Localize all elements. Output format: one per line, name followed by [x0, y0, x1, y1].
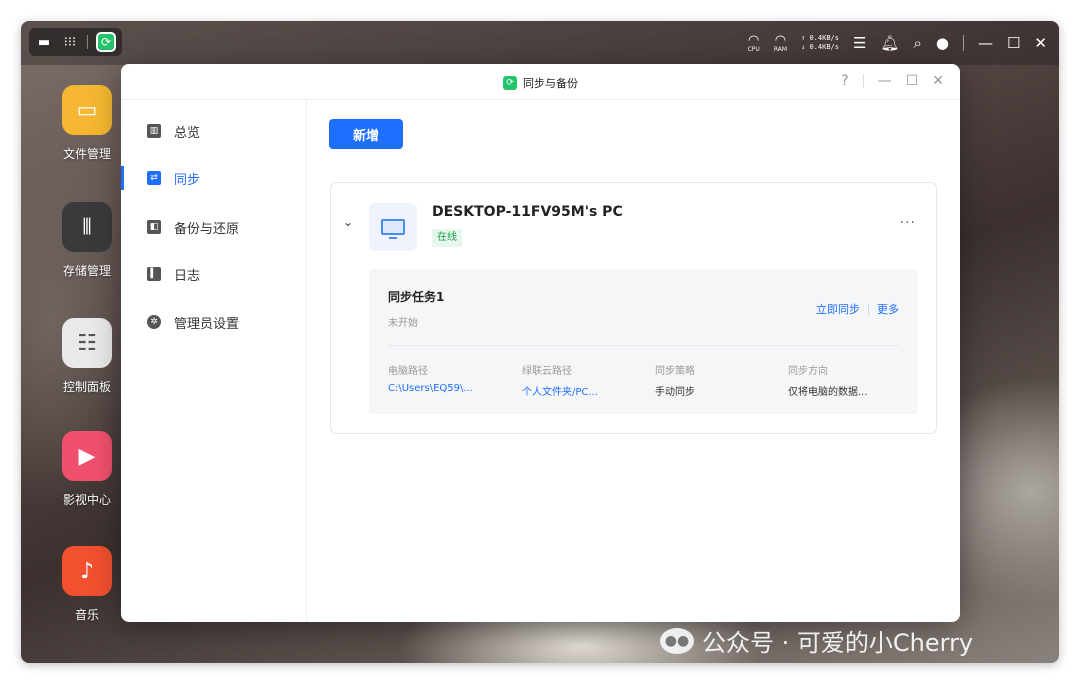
network-speed[interactable]: ↑ 0.4KB/s ↓ 0.4KB/s: [801, 34, 839, 52]
task-name: 同步任务1: [388, 290, 445, 304]
settings-icon: ✲: [147, 315, 161, 329]
dock-item-music[interactable]: ♪ 音乐: [57, 546, 117, 623]
close-icon[interactable]: ✕: [932, 73, 944, 89]
task-actions-divider: [868, 303, 869, 315]
sliders-icon: ☷: [62, 318, 112, 368]
task-column-cloud-path: 绿联云路径 个人文件夹/PC...: [522, 362, 598, 398]
sidebar-item-label: 管理员设置: [174, 316, 240, 332]
strategy-value: 手动同步: [655, 387, 695, 398]
apps-grid-icon[interactable]: ⁝⁝⁝: [61, 35, 79, 50]
music-icon: ♪: [62, 546, 112, 596]
sidebar-item-label: 日志: [174, 268, 201, 284]
video-icon: ▶: [62, 431, 112, 481]
watermark: ●● 公众号 · 可爱的小Cherry: [660, 623, 973, 658]
add-button[interactable]: 新增: [329, 119, 403, 149]
sync-backup-app-icon[interactable]: ⟳: [96, 32, 116, 52]
sync-task-panel: 同步任务1 未开始 立即同步 更多 电脑路径 C:\Users\EQ59\...…: [369, 269, 918, 414]
bell-icon[interactable]: 🔔︎: [880, 34, 899, 52]
column-header: 电脑路径: [388, 366, 428, 377]
sync-now-link[interactable]: 立即同步: [816, 301, 860, 317]
cpu-gauge-icon: ◠: [748, 32, 760, 48]
search-icon[interactable]: ⌕: [913, 34, 921, 52]
sync-backup-window: ⟳ 同步与备份 ? — ☐ ✕ ▥ 总览 ⇄ 同步 ◧ 备份与还原 ▍ 日志 ✲: [121, 64, 960, 622]
ram-label: RAM: [773, 45, 788, 53]
task-divider: [388, 345, 899, 346]
column-header: 同步策略: [655, 366, 695, 377]
taskbar: ▬ ⁝⁝⁝ ⟳ ◠ CPU ◠ RAM ↑ 0.4KB/s ↓ 0.4KB/s …: [21, 21, 1059, 65]
window-titlebar[interactable]: ⟳ 同步与备份 ? — ☐ ✕: [121, 64, 960, 100]
task-manager-icon[interactable]: ☰: [853, 34, 866, 52]
folder-icon: ▭: [62, 85, 112, 135]
ram-gauge-icon: ◠: [774, 32, 787, 48]
dock-item-label: 存储管理: [62, 264, 111, 278]
sync-icon: ⇄: [147, 171, 161, 185]
sidebar-item-admin-settings[interactable]: ✲ 管理员设置: [121, 308, 307, 336]
cloud-path-value[interactable]: 个人文件夹/PC...: [522, 383, 598, 398]
more-link[interactable]: 更多: [877, 301, 899, 317]
status-badge: 在线: [432, 229, 462, 247]
task-column-pc-path: 电脑路径 C:\Users\EQ59\...: [388, 362, 473, 394]
sidebar-item-label: 总览: [174, 125, 201, 141]
direction-value: 仅将电脑的数据...: [788, 387, 868, 398]
sidebar-item-sync[interactable]: ⇄ 同步: [121, 164, 307, 192]
task-column-strategy: 同步策略 手动同步: [655, 362, 695, 398]
overview-icon: ▥: [147, 124, 161, 138]
sidebar-item-label: 同步: [174, 172, 201, 188]
task-status: 未开始: [388, 318, 418, 329]
pc-path-value[interactable]: C:\Users\EQ59\...: [388, 383, 473, 394]
maximize-icon[interactable]: ☐: [1007, 34, 1020, 52]
dock-item-video-center[interactable]: ▶ 影视中心: [57, 431, 117, 508]
dock-item-control-panel[interactable]: ☷ 控制面板: [57, 318, 117, 395]
main-content: 新增 ⌄ DESKTOP-11FV95M's PC 在线 ··· 同步任务1 未…: [308, 100, 960, 622]
column-header: 同步方向: [788, 366, 828, 377]
task-column-direction: 同步方向 仅将电脑的数据...: [788, 362, 868, 398]
task-actions: 立即同步 更多: [816, 301, 899, 317]
more-options-icon[interactable]: ···: [900, 215, 916, 231]
sidebar-item-log[interactable]: ▍ 日志: [121, 260, 307, 288]
watermark-text: 公众号 · 可爱的小Cherry: [702, 629, 974, 657]
dock-item-file-manager[interactable]: ▭ 文件管理: [57, 85, 117, 162]
cpu-gauge[interactable]: ◠ CPU: [748, 34, 760, 53]
dock-item-label: 影视中心: [62, 493, 111, 507]
dock-item-label: 文件管理: [62, 147, 111, 161]
net-down-speed: ↓ 0.4KB/s: [801, 43, 839, 51]
computer-icon: [369, 203, 417, 251]
device-card: ⌄ DESKTOP-11FV95M's PC 在线 ··· 同步任务1 未开始 …: [330, 182, 937, 434]
sidebar-item-label: 备份与还原: [174, 221, 240, 237]
sidebar-item-backup-restore[interactable]: ◧ 备份与还原: [121, 213, 307, 241]
sync-backup-app-icon: ⟳: [503, 76, 517, 90]
backup-icon: ◧: [147, 220, 161, 234]
desktop-dock: ▭ 文件管理 ⦀ 存储管理 ☷ 控制面板 ▶ 影视中心 ♪ 音乐: [21, 65, 131, 663]
cpu-label: CPU: [747, 45, 760, 53]
taskbar-right-group: ◠ CPU ◠ RAM ↑ 0.4KB/s ↓ 0.4KB/s ☰ 🔔︎ ⌕ ●…: [748, 29, 1047, 57]
log-icon: ▍: [147, 267, 161, 281]
device-name: DESKTOP-11FV95M's PC: [432, 204, 623, 220]
taskbar-left-group: ▬ ⁝⁝⁝ ⟳: [29, 28, 122, 56]
window-title: 同步与备份: [523, 77, 578, 90]
dock-item-label: 控制面板: [62, 380, 111, 394]
chevron-down-icon[interactable]: ⌄: [343, 215, 353, 229]
window-title-group: ⟳ 同步与备份: [121, 75, 960, 91]
dock-item-label: 音乐: [74, 608, 99, 622]
help-icon[interactable]: ?: [841, 73, 848, 89]
minimize-icon[interactable]: —: [978, 34, 993, 52]
window-controls: ? — ☐ ✕: [841, 73, 944, 89]
taskbar-divider: [87, 35, 88, 49]
monitor-icon[interactable]: ▬: [35, 35, 53, 50]
storage-icon: ⦀: [62, 202, 112, 252]
net-up-speed: ↑ 0.4KB/s: [801, 34, 839, 42]
minimize-icon[interactable]: —: [878, 73, 892, 89]
ram-gauge[interactable]: ◠ RAM: [774, 34, 787, 53]
dock-item-storage[interactable]: ⦀ 存储管理: [57, 202, 117, 279]
maximize-icon[interactable]: ☐: [906, 73, 919, 89]
wechat-icon: ●●: [660, 627, 694, 654]
column-header: 绿联云路径: [522, 366, 572, 377]
user-icon[interactable]: ●: [936, 34, 949, 52]
sidebar-item-overview[interactable]: ▥ 总览: [121, 117, 307, 145]
window-controls-divider: [862, 74, 864, 88]
taskbar-divider: [962, 35, 964, 51]
close-icon[interactable]: ✕: [1034, 34, 1047, 52]
sidebar: ▥ 总览 ⇄ 同步 ◧ 备份与还原 ▍ 日志 ✲ 管理员设置: [121, 100, 307, 622]
